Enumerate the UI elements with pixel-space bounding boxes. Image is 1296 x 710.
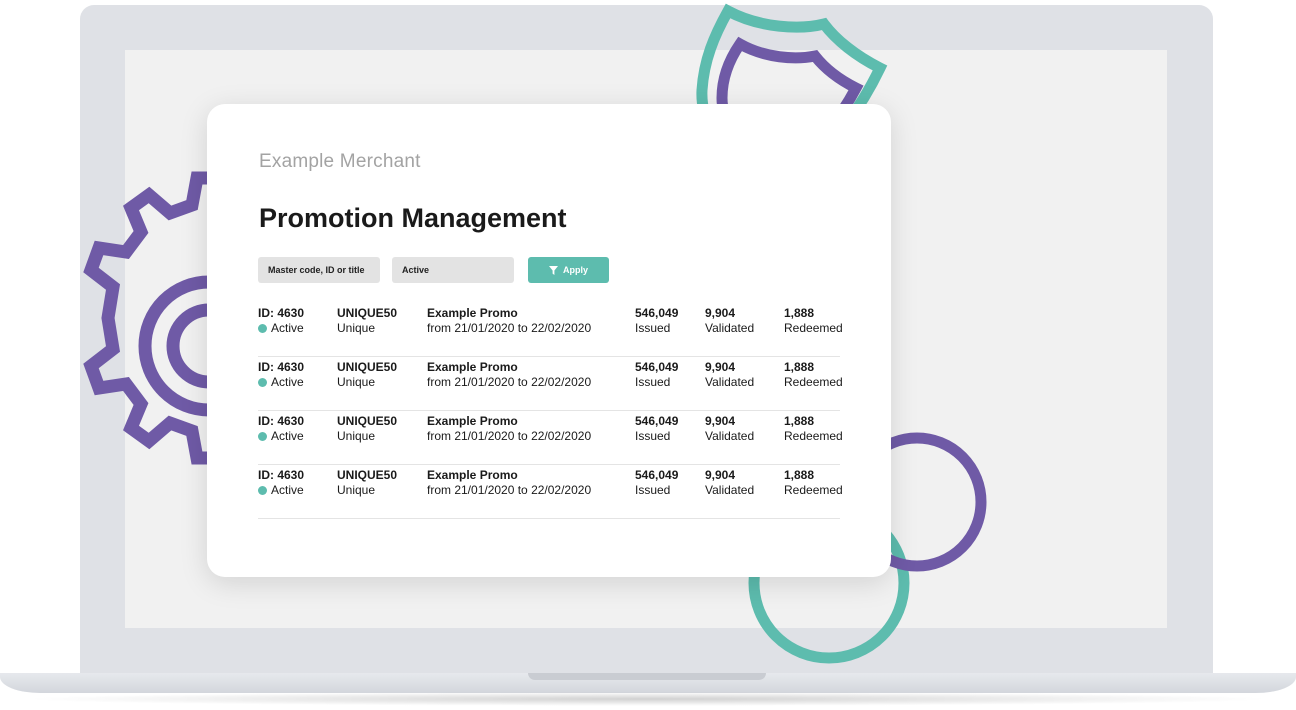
- status-select[interactable]: Active: [392, 257, 514, 283]
- promo-title: Example Promo: [427, 360, 518, 374]
- validated-count: 9,904: [705, 306, 736, 320]
- promo-status: Active: [271, 321, 304, 335]
- promo-code-type: Unique: [337, 375, 376, 389]
- promo-id: ID: 4630: [258, 360, 305, 374]
- validated-label: Validated: [705, 483, 755, 497]
- promo-id: ID: 4630: [258, 414, 305, 428]
- promotion-row[interactable]: ID: 4630 Active UNIQUE50 Unique Example Pr…: [258, 303, 843, 357]
- promo-title: Example Promo: [427, 468, 518, 482]
- redeemed-label: Redeemed: [784, 429, 843, 443]
- promo-dates: from 21/01/2020 to 22/02/2020: [427, 429, 592, 443]
- redeemed-label: Redeemed: [784, 321, 843, 335]
- promo-id: ID: 4630: [258, 468, 305, 482]
- status-dot-icon: [258, 486, 267, 495]
- promotion-row[interactable]: ID: 4630 Active UNIQUE50 Unique Example Pr…: [258, 357, 843, 411]
- search-input[interactable]: Master code, ID or title: [258, 257, 380, 283]
- validated-count: 9,904: [705, 360, 736, 374]
- issued-label: Issued: [635, 429, 671, 443]
- issued-count: 546,049: [635, 414, 679, 428]
- redeemed-count: 1,888: [784, 360, 815, 374]
- validated-label: Validated: [705, 429, 755, 443]
- issued-label: Issued: [635, 375, 671, 389]
- apply-button-label: Apply: [562, 265, 588, 275]
- promo-code-type: Unique: [337, 429, 376, 443]
- promotion-row[interactable]: ID: 4630 Active UNIQUE50 Unique Example Pr…: [258, 465, 843, 519]
- promo-status: Active: [271, 483, 304, 497]
- issued-count: 546,049: [635, 468, 679, 482]
- promo-code: UNIQUE50: [337, 360, 398, 374]
- validated-count: 9,904: [705, 414, 736, 428]
- status-dot-icon: [258, 432, 267, 441]
- promo-code: UNIQUE50: [337, 468, 398, 482]
- promo-code: UNIQUE50: [337, 306, 398, 320]
- issued-count: 546,049: [635, 360, 679, 374]
- status-dot-icon: [258, 324, 267, 333]
- redeemed-count: 1,888: [784, 468, 815, 482]
- promo-code-type: Unique: [337, 483, 376, 497]
- promo-dates: from 21/01/2020 to 22/02/2020: [427, 321, 592, 335]
- promo-status: Active: [271, 375, 304, 389]
- issued-label: Issued: [635, 321, 671, 335]
- promo-code-type: Unique: [337, 321, 376, 335]
- promo-id: ID: 4630: [258, 306, 305, 320]
- promo-status: Active: [271, 429, 304, 443]
- merchant-name: Example Merchant: [259, 151, 421, 172]
- validated-label: Validated: [705, 375, 755, 389]
- promo-title: Example Promo: [427, 414, 518, 428]
- validated-count: 9,904: [705, 468, 736, 482]
- promo-dates: from 21/01/2020 to 22/02/2020: [427, 483, 592, 497]
- redeemed-label: Redeemed: [784, 483, 843, 497]
- apply-button[interactable]: Apply: [528, 257, 609, 283]
- issued-label: Issued: [635, 483, 671, 497]
- promo-code: UNIQUE50: [337, 414, 398, 428]
- promo-title: Example Promo: [427, 306, 518, 320]
- issued-count: 546,049: [635, 306, 679, 320]
- promotion-row[interactable]: ID: 4630 Active UNIQUE50 Unique Example Pr…: [258, 411, 843, 465]
- page-title: Promotion Management: [259, 203, 567, 233]
- promotion-card: Example Merchant Promotion Management Ma…: [207, 104, 891, 577]
- validated-label: Validated: [705, 321, 755, 335]
- status-dot-icon: [258, 378, 267, 387]
- redeemed-count: 1,888: [784, 306, 815, 320]
- redeemed-count: 1,888: [784, 414, 815, 428]
- promotion-list: ID: 4630 Active UNIQUE50 Unique Example Pr…: [258, 303, 843, 519]
- promo-dates: from 21/01/2020 to 22/02/2020: [427, 375, 592, 389]
- filter-icon: [548, 265, 558, 275]
- illustration-stage: Example Merchant Promotion Management Ma…: [0, 0, 1296, 710]
- redeemed-label: Redeemed: [784, 375, 843, 389]
